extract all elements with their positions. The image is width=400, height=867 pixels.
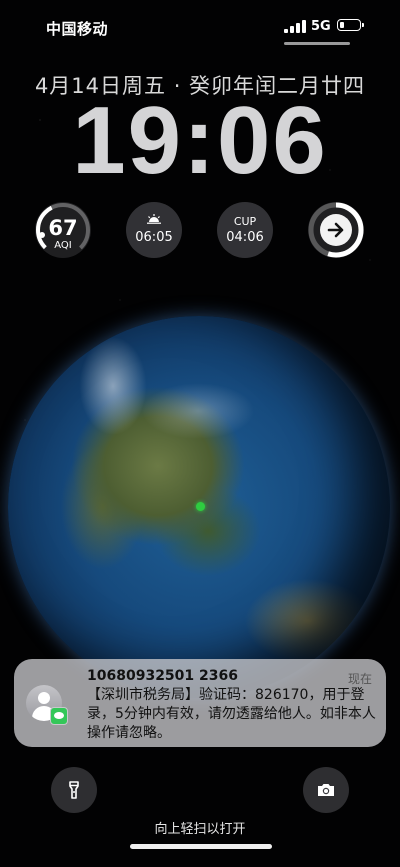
sunrise-widget[interactable]: 06:05 bbox=[126, 202, 182, 258]
arrow-circle bbox=[320, 214, 352, 246]
flashlight-icon bbox=[69, 781, 79, 799]
network-type: 5G bbox=[311, 19, 331, 34]
activity-ring-widget[interactable] bbox=[308, 202, 364, 258]
aqi-label: AQI bbox=[54, 240, 72, 251]
notification-body: 【深圳市税务局】验证码：826170，用于登录，5分钟内有效，请勿透露给他人。如… bbox=[87, 687, 376, 741]
arrow-right-icon bbox=[327, 222, 344, 238]
status-bar: 中国移动 5G bbox=[0, 0, 400, 50]
notification-sender: 10680932501 2366 bbox=[87, 668, 238, 684]
cup-time: 04:06 bbox=[226, 230, 264, 245]
messages-icon bbox=[50, 707, 68, 725]
location-dot bbox=[196, 502, 205, 511]
cup-widget[interactable]: CUP 04:06 bbox=[217, 202, 273, 258]
flashlight-button[interactable] bbox=[51, 767, 97, 813]
lock-clock: 19:06 bbox=[72, 87, 328, 194]
notification-time: 现在 bbox=[347, 672, 372, 686]
sunrise-icon bbox=[147, 214, 161, 224]
camera-icon bbox=[318, 784, 334, 796]
lock-screen: 中国移动 5G 4月14日周五 · 癸卯年闰二月廿四 19:06 67 AQI bbox=[0, 0, 400, 867]
battery-icon bbox=[337, 19, 364, 31]
aqi-widget[interactable]: 67 AQI bbox=[35, 202, 91, 258]
sms-notification[interactable]: 10680932501 2366 现在 【深圳市税务局】验证码：826170，用… bbox=[14, 659, 386, 747]
swipe-up-hint: 向上轻扫以打开 bbox=[154, 822, 246, 837]
control-center-hint[interactable] bbox=[284, 42, 350, 45]
aqi-value: 67 bbox=[48, 216, 78, 240]
sunrise-time: 06:05 bbox=[135, 230, 173, 245]
camera-button[interactable] bbox=[303, 767, 349, 813]
signal-icon bbox=[284, 20, 306, 33]
cup-label: CUP bbox=[233, 215, 257, 228]
carrier-name: 中国移动 bbox=[46, 20, 109, 38]
home-indicator[interactable] bbox=[130, 844, 272, 849]
